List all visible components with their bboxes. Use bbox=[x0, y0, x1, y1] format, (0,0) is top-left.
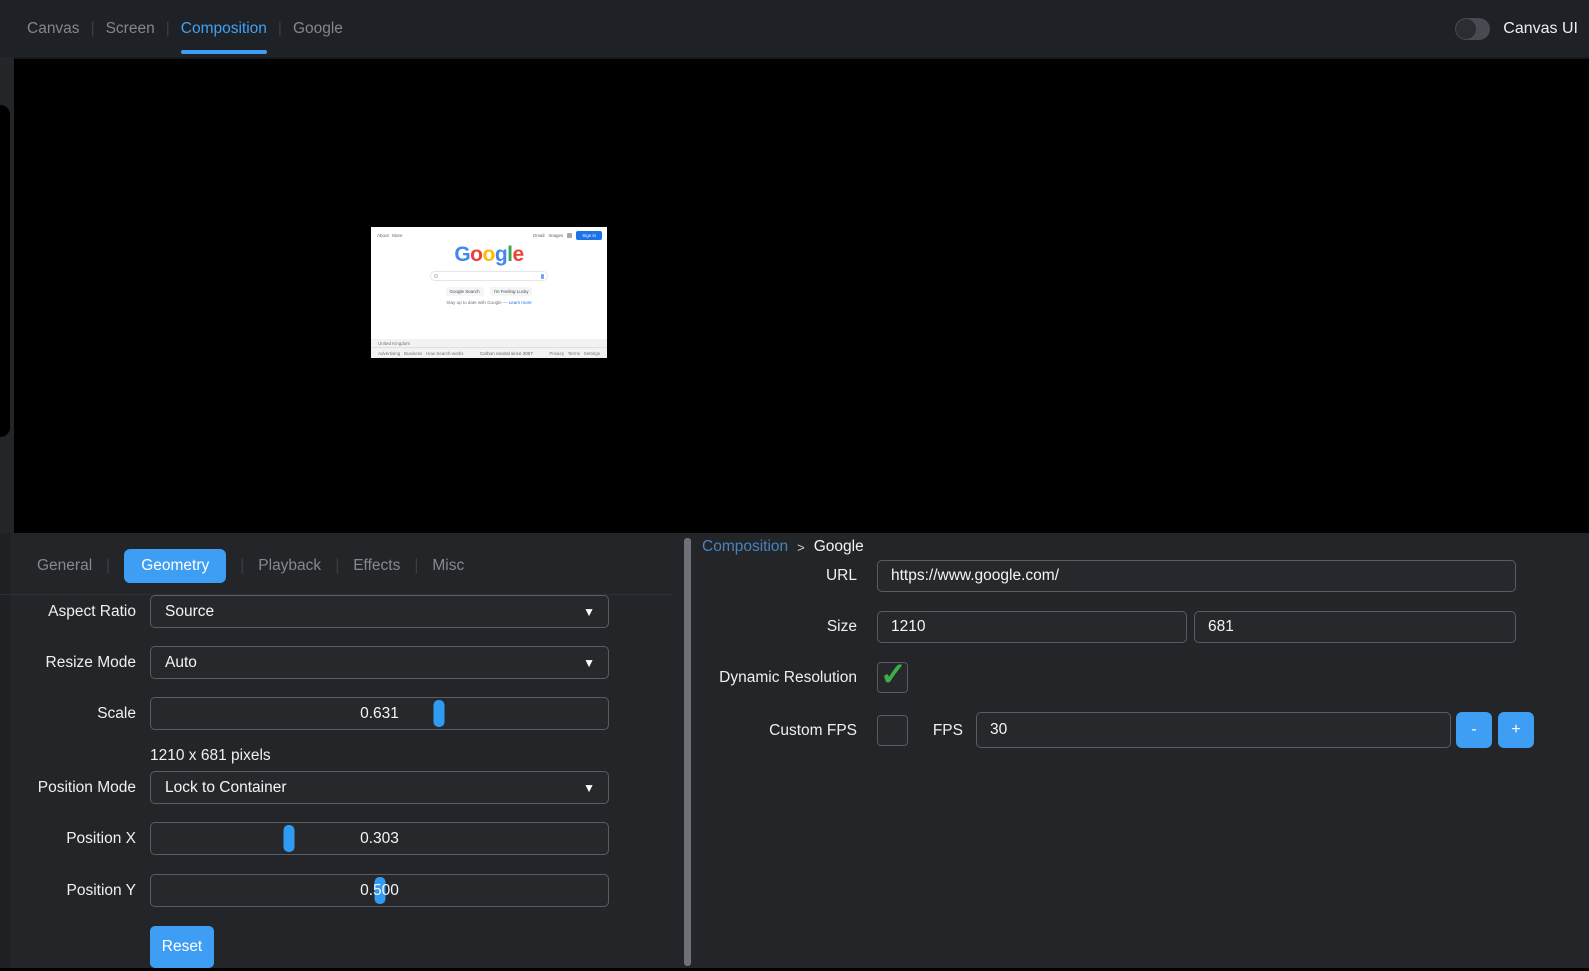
preview-footer-center: Carbon neutral since 2007 bbox=[480, 351, 533, 356]
custom-fps-label: Custom FPS bbox=[692, 715, 857, 746]
resolution-note: 1210 x 681 pixels bbox=[150, 747, 271, 765]
left-gutter bbox=[0, 57, 14, 533]
google-logo: Google bbox=[371, 243, 607, 267]
fps-input[interactable] bbox=[976, 712, 1451, 748]
position-x-value: 0.303 bbox=[360, 830, 399, 848]
url-input[interactable] bbox=[877, 560, 1516, 592]
mic-icon bbox=[541, 274, 544, 279]
tab-playback[interactable]: Playback bbox=[258, 549, 321, 583]
custom-fps-checkbox[interactable] bbox=[877, 715, 908, 746]
preview-footer-location: United Kingdom bbox=[371, 339, 607, 347]
preview-lucky-button: I'm Feeling Lucky bbox=[490, 287, 533, 296]
tab-separator: | bbox=[414, 557, 418, 575]
apps-grid-icon bbox=[567, 233, 572, 238]
app-window: Canvas | Screen | Composition | Google C… bbox=[0, 0, 1589, 971]
preview-search-box bbox=[430, 271, 548, 281]
tab-canvas[interactable]: Canvas bbox=[27, 0, 80, 57]
preview-footer: United Kingdom Advertising Business How … bbox=[371, 339, 607, 358]
aspect-ratio-label: Aspect Ratio bbox=[0, 595, 136, 628]
tab-separator: | bbox=[166, 20, 170, 38]
panel-scrollbar[interactable] bbox=[684, 538, 691, 966]
canvas-ui-toggle[interactable] bbox=[1455, 18, 1490, 40]
offscreen-panel-edge bbox=[0, 105, 10, 437]
position-x-slider[interactable]: 0.303 bbox=[150, 822, 609, 855]
position-y-slider[interactable]: 0.500 bbox=[150, 874, 609, 907]
preview-gmail-link: Gmail bbox=[533, 233, 545, 238]
scale-slider[interactable]: 0.631 bbox=[150, 697, 609, 730]
resize-mode-label: Resize Mode bbox=[0, 646, 136, 679]
tab-separator: | bbox=[240, 557, 244, 575]
fps-increment-button[interactable]: + bbox=[1498, 712, 1534, 748]
preview-footer-links-right: Privacy Terms Settings bbox=[549, 351, 600, 356]
canvas-ui-toggle-label: Canvas UI bbox=[1503, 20, 1578, 38]
source-properties-panel: General | Geometry | Playback | Effects … bbox=[0, 533, 681, 971]
canvas-ui-toggle-group: Canvas UI bbox=[1455, 0, 1578, 57]
breadcrumb: Composition > Google bbox=[702, 536, 864, 558]
breadcrumb-composition-link[interactable]: Composition bbox=[702, 538, 788, 556]
aspect-ratio-dropdown[interactable]: Source ▼ bbox=[150, 595, 609, 628]
tab-effects[interactable]: Effects bbox=[353, 549, 400, 583]
tab-google[interactable]: Google bbox=[293, 0, 343, 57]
dynamic-resolution-checkbox[interactable]: ✓ bbox=[877, 662, 908, 693]
tab-separator: | bbox=[278, 20, 282, 38]
url-label: URL bbox=[692, 560, 857, 592]
tab-separator: | bbox=[91, 20, 95, 38]
reset-button[interactable]: Reset bbox=[150, 926, 214, 968]
size-label: Size bbox=[692, 611, 857, 643]
source-settings-panel: Composition > Google URL Size Dynamic Re… bbox=[692, 533, 1589, 971]
top-bar: Canvas | Screen | Composition | Google C… bbox=[0, 0, 1589, 57]
dropdown-caret-icon: ▼ bbox=[583, 605, 595, 619]
size-width-input[interactable] bbox=[877, 611, 1187, 643]
source-tab-bar: Canvas | Screen | Composition | Google bbox=[27, 0, 343, 57]
position-y-value: 0.500 bbox=[360, 882, 399, 900]
dynamic-resolution-label: Dynamic Resolution bbox=[692, 662, 857, 693]
preview-store-link: Store bbox=[392, 233, 403, 238]
tab-geometry[interactable]: Geometry bbox=[124, 549, 226, 583]
check-icon: ✓ bbox=[880, 655, 907, 693]
tab-misc[interactable]: Misc bbox=[432, 549, 464, 583]
preview-google-search-button: Google Search bbox=[446, 287, 484, 296]
dropdown-caret-icon: ▼ bbox=[583, 781, 595, 795]
scale-label: Scale bbox=[0, 697, 136, 730]
position-mode-dropdown[interactable]: Lock to Container ▼ bbox=[150, 771, 609, 804]
active-tab-underline bbox=[181, 50, 267, 54]
breadcrumb-separator: > bbox=[797, 540, 805, 555]
resize-mode-dropdown[interactable]: Auto ▼ bbox=[150, 646, 609, 679]
preview-page-topbar: AboutStore Gmail Images Sign in bbox=[377, 231, 602, 240]
scale-slider-thumb[interactable] bbox=[434, 700, 445, 727]
preview-footer-links-left: Advertising Business How Search works bbox=[378, 351, 464, 356]
tab-general[interactable]: General bbox=[37, 549, 92, 583]
fps-decrement-button[interactable]: - bbox=[1456, 712, 1492, 748]
properties-area: General | Geometry | Playback | Effects … bbox=[0, 533, 1589, 971]
position-y-label: Position Y bbox=[0, 874, 136, 907]
breadcrumb-current: Google bbox=[814, 538, 864, 556]
dropdown-caret-icon: ▼ bbox=[583, 656, 595, 670]
preview-about-link: About bbox=[377, 233, 389, 238]
properties-tab-bar: General | Geometry | Playback | Effects … bbox=[37, 546, 464, 586]
size-height-input[interactable] bbox=[1194, 611, 1516, 643]
preview-images-link: Images bbox=[548, 233, 563, 238]
tab-separator: | bbox=[335, 557, 339, 575]
fps-label: FPS bbox=[917, 715, 963, 746]
tab-screen[interactable]: Screen bbox=[106, 0, 155, 57]
composition-canvas[interactable]: AboutStore Gmail Images Sign in Google G… bbox=[14, 57, 1589, 533]
preview-search-buttons: Google Search I'm Feeling Lucky bbox=[371, 287, 607, 296]
position-mode-label: Position Mode bbox=[0, 771, 136, 804]
preview-promo-link: Learn more bbox=[509, 300, 532, 305]
magnifier-icon bbox=[434, 274, 438, 278]
scale-value: 0.631 bbox=[360, 705, 399, 723]
position-x-label: Position X bbox=[0, 822, 136, 855]
google-source-preview[interactable]: AboutStore Gmail Images Sign in Google G… bbox=[371, 227, 607, 358]
toggle-knob-icon bbox=[1456, 19, 1476, 39]
tab-composition[interactable]: Composition bbox=[181, 0, 267, 57]
preview-signin-button: Sign in bbox=[576, 231, 602, 240]
preview-promo-line: Stay up to date with Google — Learn more bbox=[371, 300, 607, 305]
tab-separator: | bbox=[106, 557, 110, 575]
position-x-slider-thumb[interactable] bbox=[284, 825, 295, 852]
